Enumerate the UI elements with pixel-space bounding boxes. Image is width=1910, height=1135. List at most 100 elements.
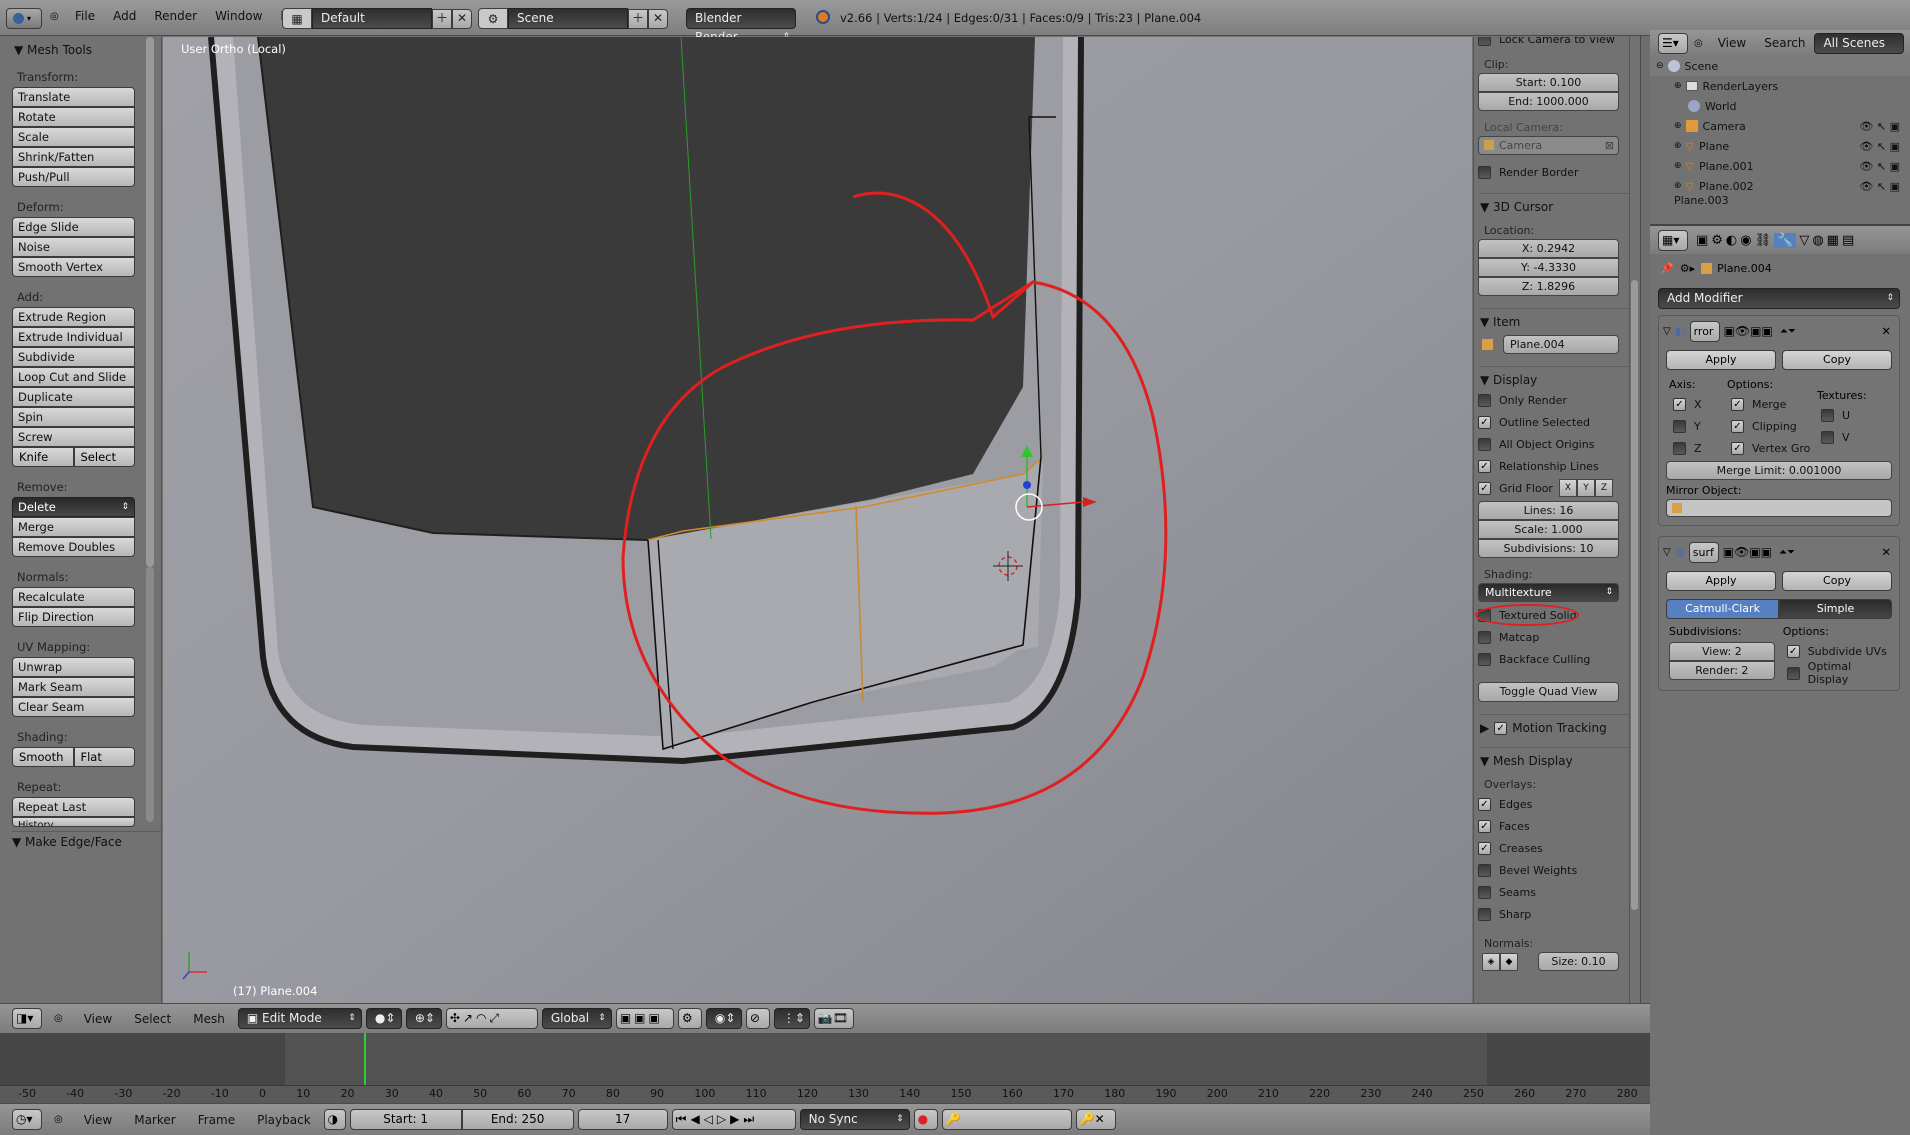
- render-levels-field[interactable]: Render: 2: [1669, 661, 1775, 680]
- mirror-copy-button[interactable]: Copy: [1782, 350, 1892, 370]
- remove-modifier-icon[interactable]: ✕: [1881, 324, 1891, 338]
- add-modifier-select[interactable]: Add Modifier ⇕: [1658, 288, 1900, 309]
- properties-editor-type-icon[interactable]: ▦▾: [1658, 229, 1688, 251]
- expand-icon[interactable]: ⊕: [1674, 81, 1682, 91]
- visibility-toggles[interactable]: 👁 ↖ ▣: [1859, 160, 1900, 173]
- mirror-name-field[interactable]: rror: [1689, 320, 1720, 342]
- collapse-icon[interactable]: ▽: [1663, 547, 1671, 558]
- cursor-x-field[interactable]: X: 0.2942: [1478, 239, 1619, 258]
- mirror-apply-button[interactable]: Apply: [1666, 350, 1776, 370]
- collapse-icon[interactable]: ▽: [1663, 326, 1671, 337]
- outliner-row-renderlayers[interactable]: ⊕ RenderLayers: [1650, 76, 1910, 96]
- push-pull-button[interactable]: Push/Pull: [12, 167, 135, 187]
- smooth-button[interactable]: Smooth: [12, 747, 74, 767]
- motion-tracking-checkbox[interactable]: ✓: [1494, 721, 1508, 735]
- axis-y-toggle[interactable]: Y: [1577, 479, 1595, 497]
- extrude-region-button[interactable]: Extrude Region: [12, 307, 135, 327]
- screen-layout-selector[interactable]: ▦ Default ＋ ✕: [282, 8, 472, 29]
- clear-icon[interactable]: ⊠: [1605, 137, 1614, 154]
- scale-field[interactable]: Scale: 1.000: [1478, 520, 1619, 539]
- outliner-search-menu[interactable]: Search: [1755, 36, 1814, 50]
- shrink-fatten-button[interactable]: Shrink/Fatten: [12, 147, 135, 167]
- unwrap-button[interactable]: Unwrap: [12, 657, 135, 677]
- proportional-edit-select[interactable]: ◉⇕: [705, 1008, 742, 1029]
- timeline-marker-menu[interactable]: Marker: [125, 1113, 184, 1127]
- mirror-z-checkbox[interactable]: [1673, 441, 1686, 455]
- outliner-row-plane[interactable]: ⊕ ▽ Plane 👁 ↖ ▣: [1650, 136, 1910, 156]
- data-tabs-icon[interactable]: ▽◍▦▤: [1799, 233, 1857, 248]
- merge-checkbox[interactable]: ✓: [1731, 397, 1744, 411]
- expand-icon[interactable]: ⊕: [1674, 181, 1682, 191]
- scene-field[interactable]: Scene: [508, 8, 628, 29]
- subsurf-name-field[interactable]: surf: [1688, 541, 1719, 563]
- simple-toggle[interactable]: Simple: [1779, 599, 1892, 619]
- seams-checkbox[interactable]: [1478, 885, 1491, 899]
- flat-button[interactable]: Flat: [73, 747, 135, 767]
- 3d-cursor-panel-header[interactable]: ▼ 3D Cursor: [1480, 193, 1629, 214]
- render-engine-select[interactable]: Blender Render⇕: [686, 8, 796, 44]
- orientation-select[interactable]: Global ⇕: [541, 1008, 612, 1029]
- close-scene-icon[interactable]: ✕: [648, 8, 668, 29]
- subdivide-uvs-checkbox[interactable]: ✓: [1786, 644, 1800, 658]
- keying-set-field[interactable]: 🔑: [941, 1109, 1072, 1130]
- knife-select-button[interactable]: Select: [73, 447, 135, 467]
- close-screen-icon[interactable]: ✕: [452, 8, 472, 29]
- viewport-editor-type-icon[interactable]: ◨▾: [12, 1008, 42, 1029]
- scene-selector[interactable]: ⚙ Scene ＋ ✕: [478, 8, 668, 29]
- axis-z-toggle[interactable]: Z: [1595, 479, 1613, 497]
- recalculate-button[interactable]: Recalculate: [12, 587, 135, 607]
- editor-type-button[interactable]: ▾: [6, 8, 42, 29]
- keyframe-insert-delete-icons[interactable]: 🔑✕: [1075, 1109, 1116, 1130]
- move-up-down-icons[interactable]: ⏶⏷: [1779, 547, 1795, 558]
- delete-menu[interactable]: Delete ⇕: [12, 497, 135, 517]
- expand-icon[interactable]: ⊖: [1656, 61, 1664, 71]
- viewport-select-menu[interactable]: Select: [125, 1012, 180, 1026]
- lines-field[interactable]: Lines: 16: [1478, 501, 1619, 520]
- item-name-field[interactable]: Plane.004: [1503, 335, 1619, 354]
- creases-checkbox[interactable]: ✓: [1478, 841, 1491, 855]
- cursor-y-field[interactable]: Y: -4.3330: [1478, 258, 1619, 277]
- translate-button[interactable]: Translate: [12, 87, 135, 107]
- modifier-wrench-icon[interactable]: 🔧: [1774, 232, 1797, 248]
- render-border-checkbox[interactable]: [1478, 165, 1491, 179]
- mirror-object-field[interactable]: [1666, 499, 1892, 517]
- vertex-normals-icon[interactable]: ◈: [1482, 952, 1500, 971]
- menu-window[interactable]: Window: [206, 9, 271, 23]
- toggle-quad-view-button[interactable]: Toggle Quad View: [1478, 682, 1619, 702]
- expand-icon[interactable]: ⊕: [1674, 121, 1682, 131]
- clipping-checkbox[interactable]: ✓: [1731, 419, 1744, 433]
- display-toggle-icons[interactable]: ▣👁▣▣: [1724, 324, 1773, 338]
- grid-floor-checkbox[interactable]: ✓: [1478, 481, 1491, 495]
- record-icon[interactable]: ●: [913, 1109, 938, 1130]
- item-panel-header[interactable]: ▼ Item: [1480, 308, 1629, 329]
- display-panel-header[interactable]: ▼ Display: [1480, 366, 1629, 387]
- mark-seam-button[interactable]: Mark Seam: [12, 677, 135, 697]
- current-frame-indicator[interactable]: [364, 1033, 366, 1085]
- sharp-checkbox[interactable]: [1478, 907, 1491, 921]
- pin-icon[interactable]: 📌: [1660, 262, 1674, 275]
- shading-mode-select[interactable]: Multitexture ⇕: [1478, 583, 1619, 602]
- subsurf-apply-button[interactable]: Apply: [1666, 571, 1776, 591]
- viewport-shading-select[interactable]: ●⇕: [365, 1008, 402, 1029]
- region-divider[interactable]: [1640, 36, 1650, 1103]
- preview-range-icon[interactable]: ◑: [323, 1109, 346, 1130]
- merge-button[interactable]: Merge: [12, 517, 135, 537]
- layer-toggles[interactable]: ▣▣▣: [615, 1008, 674, 1029]
- timeline-frame-menu[interactable]: Frame: [189, 1113, 244, 1127]
- remove-doubles-button[interactable]: Remove Doubles: [12, 537, 135, 557]
- make-edge-face-panel[interactable]: ▼ Make Edge/Face: [12, 831, 161, 849]
- snap-toggle-icon[interactable]: ⊘: [745, 1008, 770, 1029]
- local-camera-field[interactable]: Camera ⊠: [1478, 136, 1619, 155]
- backface-culling-checkbox[interactable]: [1478, 652, 1491, 666]
- pivot-select[interactable]: ⊕⇕: [405, 1008, 442, 1029]
- edge-slide-button[interactable]: Edge Slide: [12, 217, 135, 237]
- start-frame-field[interactable]: Start: 1: [349, 1109, 462, 1130]
- mirror-x-checkbox[interactable]: ✓: [1673, 397, 1686, 411]
- timeline[interactable]: -50 -40 -30 -20 -10 0 10 20 30 40 50 60 70 80 90 100 110…: [0, 1033, 1650, 1103]
- outliner-row-world[interactable]: World: [1650, 96, 1910, 116]
- end-frame-field[interactable]: End: 250: [461, 1109, 574, 1130]
- context-tabs-icon[interactable]: ▣⚙◐◉⛓: [1696, 233, 1774, 248]
- outliner-filter-select[interactable]: All Scenes: [1814, 32, 1905, 54]
- loop-cut-button[interactable]: Loop Cut and Slide: [12, 367, 135, 387]
- clip-start-field[interactable]: Start: 0.100: [1478, 73, 1619, 92]
